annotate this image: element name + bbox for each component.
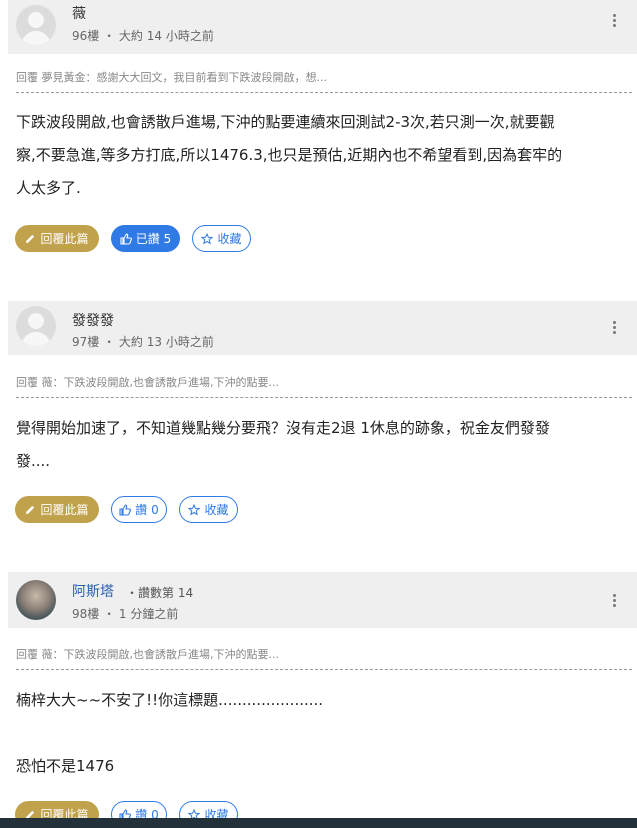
content-line: 恐怕不是1476 (16, 757, 115, 775)
content-line: 察,不要急進,等多方打底,所以1476.3,也只是預估,近期內也不希望看到,因為… (16, 146, 563, 164)
favorite-label: 收藏 (217, 232, 242, 246)
post-content: 楠梓大大~~不安了!!你這標題...................... 恐怕… (16, 684, 628, 783)
pencil-icon (25, 504, 36, 515)
quote-preview[interactable]: 回覆 薇：下跌波段開啟,也會誘散戶進場,下沖的點要... (16, 646, 632, 670)
thumbs-up-icon (120, 232, 132, 245)
floor-number: 97樓 (72, 335, 100, 349)
more-options-icon[interactable] (613, 14, 617, 29)
post-meta: 98樓 ・ 1 分鐘之前 (72, 607, 179, 621)
content-line: 下跌波段開啟,也會誘散戶進場,下沖的點要連續來回測試2-3次,若只測一次,就要觀 (16, 113, 555, 131)
favorite-button[interactable]: 收藏 (179, 496, 238, 523)
favorite-label: 收藏 (204, 503, 229, 517)
content-line: 覺得開始加速了，不知道幾點幾分要飛？沒有走2退 1休息的跡象，祝金友們發發 (16, 419, 550, 437)
like-button[interactable]: 讚 0 (111, 496, 167, 523)
avatar[interactable] (16, 306, 56, 346)
content-line: 人太多了. (16, 179, 81, 197)
star-icon (188, 503, 201, 516)
post-content: 覺得開始加速了，不知道幾點幾分要飛？沒有走2退 1休息的跡象，祝金友們發發 發.… (16, 412, 628, 478)
thumbs-up-icon (119, 503, 132, 516)
reply-label: 回覆此篇 (40, 232, 89, 246)
favorite-button[interactable]: 收藏 (192, 225, 251, 252)
post-time: 1 分鐘之前 (118, 607, 179, 621)
post-meta: 97樓 ・ 大約 13 小時之前 (72, 335, 214, 349)
content-line (16, 717, 628, 750)
reply-button[interactable]: 回覆此篇 (15, 225, 99, 252)
pencil-icon (25, 233, 36, 244)
like-label: 已讚 5 (135, 232, 172, 246)
bottom-bar (0, 818, 637, 828)
author-name[interactable]: 阿斯塔 (72, 581, 114, 601)
more-options-icon[interactable] (613, 321, 617, 336)
post-content: 下跌波段開啟,也會誘散戶進場,下沖的點要連續來回測試2-3次,若只測一次,就要觀… (16, 106, 628, 205)
reply-label: 回覆此篇 (40, 503, 89, 517)
like-label: 讚 0 (135, 503, 159, 517)
floor-number: 96樓 (72, 29, 100, 43)
like-button[interactable]: 已讚 5 (111, 225, 180, 252)
post-header: 發發發 97樓 ・ 大約 13 小時之前 (8, 301, 637, 355)
quote-preview[interactable]: 回覆 夢見黃金：感謝大大回文，我目前看到下跌波段開啟，想... (16, 69, 632, 93)
avatar[interactable] (16, 5, 56, 45)
star-icon (201, 232, 214, 245)
post-header: 阿斯塔 ・讚數第 14 98樓 ・ 1 分鐘之前 (8, 572, 637, 628)
avatar[interactable] (16, 580, 56, 620)
quote-preview[interactable]: 回覆 薇：下跌波段開啟,也會誘散戶進場,下沖的點要... (16, 374, 632, 398)
like-rank: ・讚數第 14 (126, 586, 194, 600)
author-name[interactable]: 發發發 (72, 310, 114, 330)
post-header: 薇 96樓 ・ 大約 14 小時之前 (8, 0, 637, 54)
content-line: 楠梓大大~~不安了!!你這標題...................... (16, 691, 324, 709)
post-meta: 96樓 ・ 大約 14 小時之前 (72, 29, 214, 43)
reply-button[interactable]: 回覆此篇 (15, 496, 99, 523)
more-options-icon[interactable] (613, 594, 617, 609)
post-time: 大約 13 小時之前 (118, 335, 214, 349)
author-name[interactable]: 薇 (72, 3, 86, 23)
floor-number: 98樓 (72, 607, 100, 621)
post-time: 大約 14 小時之前 (118, 29, 214, 43)
content-line: 發.... (16, 452, 51, 470)
